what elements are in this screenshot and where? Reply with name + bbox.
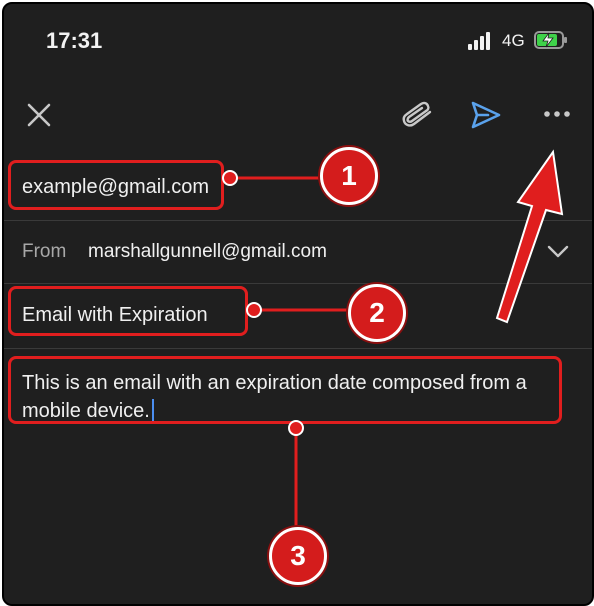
subject-field-row[interactable]: Email with Expiration — [4, 284, 592, 349]
to-field-row[interactable]: example@gmail.com — [4, 156, 592, 221]
body-field[interactable]: This is an email with an expiration date… — [22, 369, 562, 425]
from-field[interactable]: marshallgunnell@gmail.com — [88, 241, 327, 263]
annotation-badge-1: 1 — [320, 147, 378, 205]
battery-charging-icon — [534, 31, 567, 49]
network-label: 4G — [502, 31, 525, 50]
close-icon[interactable] — [26, 102, 52, 128]
subject-field[interactable]: Email with Expiration — [22, 304, 208, 327]
attach-icon[interactable] — [400, 100, 434, 130]
signal-icon — [468, 32, 494, 50]
annotation-badge-2: 2 — [348, 284, 406, 342]
more-icon[interactable] — [542, 108, 572, 120]
to-field[interactable]: example@gmail.com — [22, 176, 209, 199]
status-bar: 17:31 4G — [4, 4, 592, 74]
compose-screen: 17:31 4G example@gmail.com From marshall… — [2, 2, 594, 606]
send-icon[interactable] — [470, 100, 502, 130]
text-cursor — [151, 399, 154, 421]
from-label: From — [22, 241, 67, 262]
annotation-badge-3: 3 — [269, 527, 327, 585]
status-time: 17:31 — [46, 28, 103, 53]
compose-toolbar — [4, 86, 592, 146]
body-text: This is an email with an expiration date… — [22, 372, 527, 422]
from-field-row[interactable]: From marshallgunnell@gmail.com — [4, 221, 592, 284]
chevron-down-icon[interactable] — [546, 243, 570, 259]
